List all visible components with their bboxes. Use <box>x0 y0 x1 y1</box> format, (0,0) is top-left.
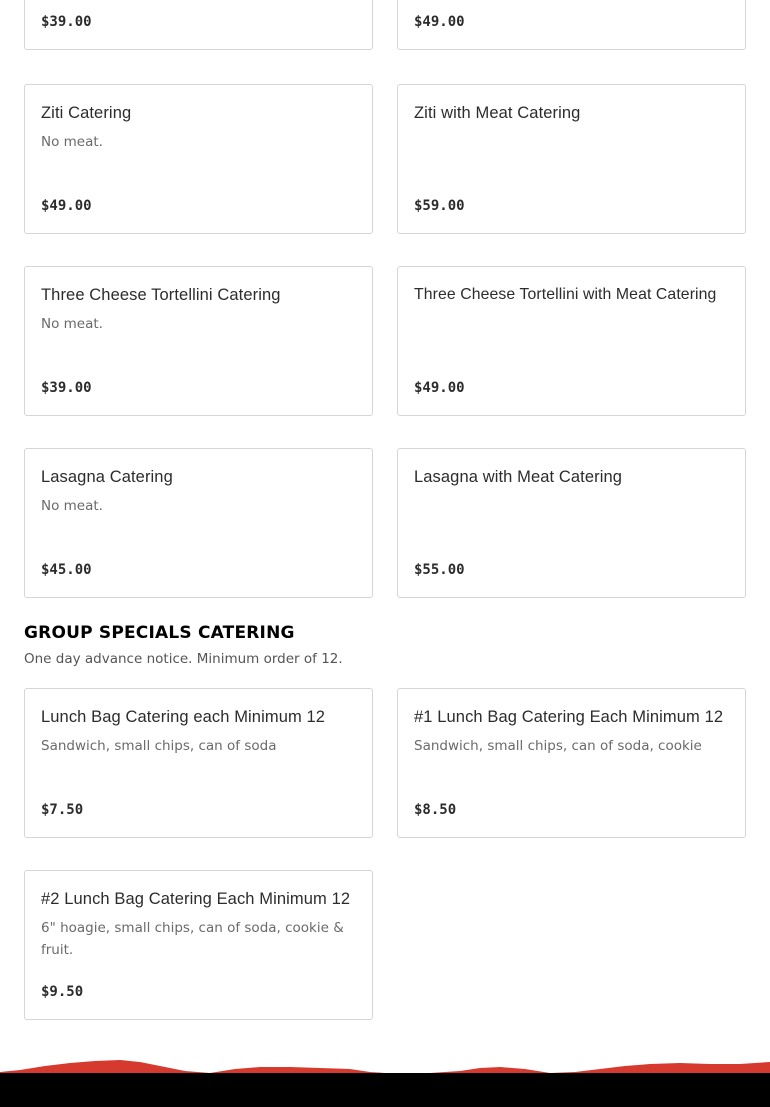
menu-item-name: Lunch Bag Catering each Minimum 12 <box>41 708 326 726</box>
menu-item-price: $49.00 <box>414 14 465 30</box>
menu-item-price: $49.00 <box>414 380 465 396</box>
menu-item-card-ziti[interactable]: Ziti Catering No meat. $49.00 <box>24 84 373 234</box>
torn-edge-graphic <box>0 1060 770 1107</box>
footer-bar <box>0 1073 770 1107</box>
menu-item-price: $59.00 <box>414 198 465 214</box>
footer-banner <box>0 1056 770 1107</box>
menu-item-name: Lasagna with Meat Catering <box>414 468 623 486</box>
menu-item-card-lunch-bag-1[interactable]: #1 Lunch Bag Catering Each Minimum 12 Sa… <box>397 688 746 838</box>
menu-item-price: $8.50 <box>414 802 457 818</box>
menu-item-price: $7.50 <box>41 802 84 818</box>
menu-item-name: Three Cheese Tortellini Catering <box>41 286 281 304</box>
menu-item-name: Lasagna Catering <box>41 468 173 486</box>
menu-item-card-lasagna-meat[interactable]: Lasagna with Meat Catering $55.00 <box>397 448 746 598</box>
menu-item-card-ziti-meat[interactable]: Ziti with Meat Catering $59.00 <box>397 84 746 234</box>
menu-item-card-tortellini[interactable]: Three Cheese Tortellini Catering No meat… <box>24 266 373 416</box>
menu-item-card-tortellini-meat[interactable]: Three Cheese Tortellini with Meat Cateri… <box>397 266 746 416</box>
menu-item-price: $39.00 <box>41 380 92 396</box>
menu-item-name: Ziti Catering <box>41 104 132 122</box>
menu-item-description: No meat. <box>41 498 103 514</box>
menu-item-card-lasagna[interactable]: Lasagna Catering No meat. $45.00 <box>24 448 373 598</box>
menu-item-price: $49.00 <box>41 198 92 214</box>
menu-item-price: $9.50 <box>41 984 84 1000</box>
section-title: GROUP SPECIALS CATERING <box>24 623 295 643</box>
menu-item-card-lunch-bag[interactable]: Lunch Bag Catering each Minimum 12 Sandw… <box>24 688 373 838</box>
menu-item-price: $39.00 <box>41 14 92 30</box>
menu-item-price: $55.00 <box>414 562 465 578</box>
menu-item-card-lunch-bag-2[interactable]: #2 Lunch Bag Catering Each Minimum 12 6"… <box>24 870 373 1020</box>
menu-item-description: 6" hoagie, small chips, can of soda, coo… <box>41 920 344 958</box>
menu-item-description: No meat. <box>41 134 103 150</box>
menu-item-card[interactable]: $49.00 <box>397 0 746 50</box>
menu-item-name: #2 Lunch Bag Catering Each Minimum 12 <box>41 890 351 908</box>
menu-item-name: Ziti with Meat Catering <box>414 104 581 122</box>
menu-item-description: No meat. <box>41 316 103 332</box>
menu-item-card[interactable]: $39.00 <box>24 0 373 50</box>
menu-item-description: Sandwich, small chips, can of soda <box>41 738 277 754</box>
menu-item-name: Three Cheese Tortellini with Meat Cateri… <box>414 286 717 303</box>
menu-item-name: #1 Lunch Bag Catering Each Minimum 12 <box>414 708 724 726</box>
menu-item-description: Sandwich, small chips, can of soda, cook… <box>414 738 702 754</box>
section-subtitle: One day advance notice. Minimum order of… <box>24 651 343 667</box>
menu-item-price: $45.00 <box>41 562 92 578</box>
